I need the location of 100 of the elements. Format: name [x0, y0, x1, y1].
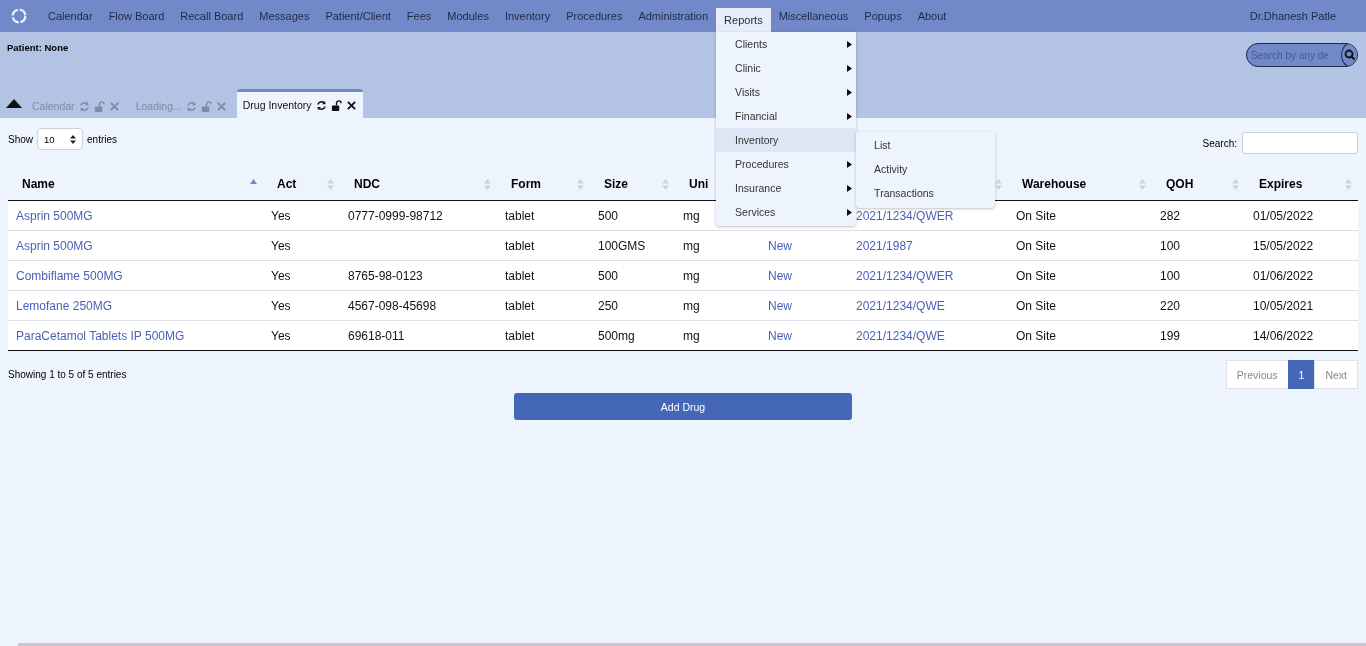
table-link[interactable]: Asprin 500MG — [16, 238, 93, 253]
column-header[interactable]: Form — [511, 177, 541, 191]
submenu-item[interactable]: Activity — [856, 156, 996, 180]
sort-icon[interactable] — [1345, 179, 1352, 190]
entries-select[interactable]: 10 — [37, 128, 83, 150]
collapse-triangle-icon[interactable] — [6, 98, 22, 108]
nav-menu-item[interactable]: Fees — [398, 0, 440, 32]
column-header[interactable]: Warehouse — [1022, 177, 1087, 191]
user-name[interactable]: Dr.Dhanesh Patle — [1249, 10, 1336, 22]
table-cell: 500mg — [598, 328, 635, 343]
table-cell: 220 — [1160, 298, 1181, 313]
nav-menu-item[interactable]: Popups — [856, 0, 910, 32]
table-cell: Yes — [271, 298, 291, 313]
close-icon[interactable] — [345, 99, 357, 111]
table-cell: On Site — [1016, 298, 1057, 313]
table-search-field[interactable] — [1242, 132, 1358, 154]
search-field[interactable]: Search by any de — [1247, 48, 1341, 62]
menu-item[interactable]: Financial — [716, 104, 857, 128]
table-cell: Yes — [271, 328, 291, 343]
sort-icon[interactable] — [484, 179, 491, 190]
unlocked-padlock-icon[interactable] — [330, 99, 342, 111]
nav-menu-item[interactable]: Reports — [716, 8, 771, 32]
table-link[interactable]: New — [768, 268, 792, 283]
submenu-caret-icon — [847, 88, 853, 96]
table-cell: Yes — [271, 268, 291, 283]
nav-menu-item[interactable]: Calendar — [40, 0, 101, 32]
nav-menu-item[interactable]: Administration — [630, 0, 717, 32]
table-cell: 100 — [1160, 268, 1181, 283]
sort-icon[interactable] — [327, 179, 334, 190]
nav-menu-item[interactable]: Recall Board — [172, 0, 252, 32]
menu-item[interactable]: Insurance — [716, 176, 857, 200]
column-header[interactable]: Expires — [1259, 177, 1303, 191]
sort-icon[interactable] — [1139, 179, 1146, 190]
table-link[interactable]: Lemofane 250MG — [16, 298, 113, 313]
table-cell: mg — [683, 208, 700, 223]
table-link[interactable]: New — [768, 298, 792, 313]
patient-label: Patient: None — [7, 42, 69, 53]
pagination-button[interactable]: Next — [1314, 360, 1358, 389]
table-cell: Yes — [271, 238, 291, 253]
column-header[interactable]: Act — [277, 177, 297, 191]
column-header[interactable]: QOH — [1166, 177, 1194, 191]
show-label: Show — [8, 133, 33, 145]
column-header[interactable]: Uni — [689, 177, 709, 191]
table-cell: 199 — [1160, 328, 1181, 343]
menu-item[interactable]: Inventory — [716, 128, 857, 152]
sort-icon[interactable] — [662, 179, 669, 190]
menu-item[interactable]: Clinic — [716, 56, 857, 80]
column-header[interactable]: Size — [604, 177, 628, 191]
nav-menu-item[interactable]: Messages — [251, 0, 318, 32]
sort-icon[interactable] — [1232, 179, 1239, 190]
menu-item[interactable]: Visits — [716, 80, 857, 104]
table-cell: tablet — [505, 208, 535, 223]
submenu-item[interactable]: Transactions — [856, 180, 996, 204]
table-link[interactable]: Asprin 500MG — [16, 208, 93, 223]
table-cell: 250 — [598, 298, 619, 313]
nav-menu-item[interactable]: Patient/Client — [317, 0, 399, 32]
table-cell: 500 — [598, 268, 619, 283]
table-link[interactable]: 2021/1987 — [856, 238, 913, 253]
table-cell: 100 — [1160, 238, 1181, 253]
menu-item[interactable]: Services — [716, 200, 857, 224]
table-cell: mg — [683, 238, 700, 253]
table-cell: 10/05/2021 — [1253, 298, 1314, 313]
table-link[interactable]: New — [768, 238, 792, 253]
menu-item[interactable]: Procedures — [716, 152, 857, 176]
table-cell: On Site — [1016, 268, 1057, 283]
submenu-caret-icon — [847, 64, 853, 72]
submenu-item[interactable]: List — [856, 132, 996, 156]
table-cell: 500 — [598, 208, 619, 223]
table-cell: 69618-011 — [348, 328, 405, 343]
nav-menu-item[interactable]: About — [909, 0, 955, 32]
table-cell: 8765-98-0123 — [348, 268, 423, 283]
table-link[interactable]: New — [768, 328, 792, 343]
column-header[interactable]: NDC — [354, 177, 380, 191]
menu-item[interactable]: Clients — [716, 32, 857, 56]
submenu-caret-icon — [847, 112, 853, 120]
nav-menu-item[interactable]: Inventory — [496, 0, 559, 32]
nav-menu-item[interactable]: Flow Board — [100, 0, 173, 32]
entries-label: entries — [87, 133, 118, 145]
pagination-button[interactable]: Previous — [1225, 360, 1289, 389]
horizontal-scrollbar[interactable] — [18, 643, 1366, 646]
add-drug-button[interactable]: Add Drug — [514, 393, 852, 420]
table-cell: mg — [683, 328, 700, 343]
nav-menu-item[interactable]: Procedures — [558, 0, 631, 32]
logo-icon[interactable] — [10, 7, 28, 25]
tab[interactable]: Drug Inventory — [236, 89, 363, 118]
table-cell: tablet — [505, 298, 535, 313]
search-icon[interactable] — [1344, 49, 1356, 61]
table-cell: tablet — [505, 268, 535, 283]
sort-icon[interactable] — [577, 179, 584, 190]
table-cell: 14/06/2022 — [1253, 328, 1314, 343]
refresh-icon[interactable] — [315, 99, 327, 111]
table-cell: 0777-0999-98712 — [348, 208, 443, 223]
nav-menu-item[interactable]: Modules — [439, 0, 497, 32]
table-cell: 15/05/2022 — [1253, 238, 1314, 253]
column-header[interactable]: Name — [22, 177, 55, 191]
nav-menu-item[interactable]: Miscellaneous — [770, 0, 857, 32]
submenu-caret-icon — [847, 160, 853, 168]
table-cell: mg — [683, 298, 700, 313]
search-bar[interactable]: Search by any de — [1246, 43, 1358, 67]
pagination-button[interactable]: 1 — [1287, 360, 1316, 389]
